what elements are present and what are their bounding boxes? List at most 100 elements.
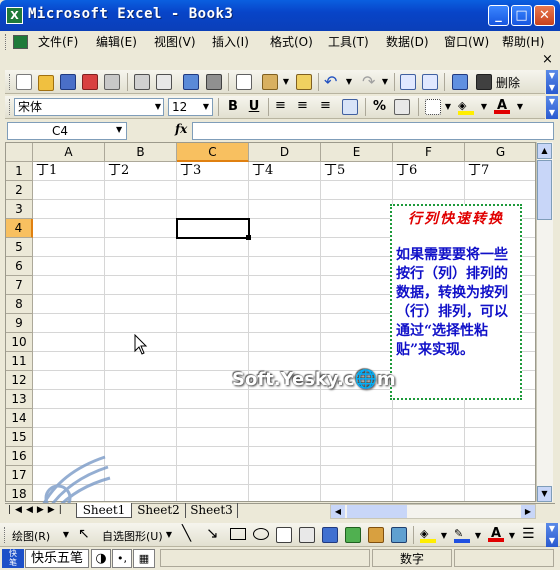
fill-color-icon[interactable]: ◈	[458, 99, 474, 115]
column-header-A[interactable]: A	[33, 143, 105, 162]
scroll-down-icon[interactable]: ▼	[537, 486, 552, 502]
draw-fill-color-icon[interactable]: ◈	[420, 527, 436, 543]
fill-color-dropdown-icon[interactable]: ▼	[478, 99, 490, 115]
cell-G16[interactable]	[465, 447, 535, 466]
sheet-tab-3[interactable]: Sheet3	[186, 503, 238, 518]
fill-handle[interactable]	[246, 235, 251, 240]
close-workbook-icon[interactable]: ×	[542, 52, 553, 67]
toolbar-grip[interactable]	[9, 99, 12, 115]
autoshapes-menu[interactable]: 自选图形(U)	[102, 528, 163, 544]
ime-switch-icon[interactable]: 快笔	[2, 549, 24, 568]
increase-decimal-icon[interactable]	[394, 99, 410, 115]
autoshapes-dropdown-icon[interactable]: ▼	[163, 527, 175, 543]
row-header-8[interactable]: 8	[6, 295, 33, 314]
cell-E4[interactable]	[321, 219, 393, 238]
font-size-dropdown-icon[interactable]: ▼	[200, 99, 212, 115]
cell-E5[interactable]	[321, 238, 393, 257]
row-header-5[interactable]: 5	[6, 238, 33, 257]
cell-F16[interactable]	[393, 447, 465, 466]
menubar-grip[interactable]	[5, 34, 8, 50]
cell-D1[interactable]: 丁4	[249, 162, 321, 181]
column-header-C[interactable]: C	[177, 143, 249, 162]
picture-icon[interactable]	[391, 527, 407, 543]
cell-G14[interactable]	[465, 409, 535, 428]
align-center-icon[interactable]: ≡	[297, 98, 308, 113]
align-right-icon[interactable]: ≡	[320, 98, 331, 113]
undo-dropdown-icon[interactable]: ▼	[343, 74, 355, 90]
cell-B8[interactable]	[105, 295, 177, 314]
row-header-18[interactable]: 18	[6, 485, 33, 501]
underline-button[interactable]: U	[245, 99, 263, 116]
cell-E7[interactable]	[321, 276, 393, 295]
clip-art-icon[interactable]	[368, 527, 384, 543]
cell-A14[interactable]	[33, 409, 105, 428]
cell-B9[interactable]	[105, 314, 177, 333]
cell-B4[interactable]	[105, 219, 177, 238]
paste-icon[interactable]	[262, 74, 278, 90]
active-cell-outline[interactable]	[176, 218, 250, 239]
row-header-1[interactable]: 1	[6, 162, 33, 181]
row-header-14[interactable]: 14	[6, 409, 33, 428]
row-header-11[interactable]: 11	[6, 352, 33, 371]
row-header-16[interactable]: 16	[6, 447, 33, 466]
cell-A9[interactable]	[33, 314, 105, 333]
cell-C2[interactable]	[177, 181, 249, 200]
name-box[interactable]: C4 ▼	[7, 122, 127, 140]
cell-G2[interactable]	[465, 181, 535, 200]
column-header-E[interactable]: E	[321, 143, 393, 162]
cell-C10[interactable]	[177, 333, 249, 352]
cell-B14[interactable]	[105, 409, 177, 428]
scroll-right-icon[interactable]: ▶	[521, 505, 535, 518]
cell-D10[interactable]	[249, 333, 321, 352]
merge-center-icon[interactable]	[342, 99, 358, 115]
cell-F1[interactable]: 丁6	[393, 162, 465, 181]
vertical-text-box-icon[interactable]	[299, 527, 315, 543]
cell-B17[interactable]	[105, 466, 177, 485]
font-color-icon[interactable]: A	[494, 98, 510, 114]
menu-view[interactable]: 视图(V)	[154, 34, 196, 50]
row-header-3[interactable]: 3	[6, 200, 33, 219]
select-objects-icon[interactable]: ↖	[78, 526, 90, 542]
cell-B2[interactable]	[105, 181, 177, 200]
cell-B7[interactable]	[105, 276, 177, 295]
cell-F18[interactable]	[393, 485, 465, 501]
sheet-nav-icons[interactable]: |◀◀▶▶|	[8, 505, 66, 515]
row-header-2[interactable]: 2	[6, 181, 33, 200]
row-header-9[interactable]: 9	[6, 314, 33, 333]
line-icon[interactable]: ╲	[182, 524, 191, 542]
menu-data[interactable]: 数据(D)	[386, 34, 429, 50]
font-name-dropdown-icon[interactable]: ▼	[152, 99, 164, 115]
cell-B13[interactable]	[105, 390, 177, 409]
cell-C6[interactable]	[177, 257, 249, 276]
cell-D17[interactable]	[249, 466, 321, 485]
align-left-icon[interactable]: ≡	[275, 98, 286, 113]
chart-wizard-icon[interactable]	[452, 74, 468, 90]
cell-E2[interactable]	[321, 181, 393, 200]
draw-font-color-dropdown-icon[interactable]: ▼	[506, 528, 518, 544]
toolbar-grip[interactable]	[4, 527, 7, 543]
note-textbox[interactable]: 行列快速转换 如果需要要将一些按行（列）排列的数据，转换为按列（行）排列，可以通…	[390, 204, 522, 400]
column-header-D[interactable]: D	[249, 143, 321, 162]
cell-C5[interactable]	[177, 238, 249, 257]
menu-edit[interactable]: 编辑(E)	[96, 34, 137, 50]
scroll-left-icon[interactable]: ◀	[331, 505, 345, 518]
close-button[interactable]: ✕	[534, 5, 555, 26]
line-style-icon[interactable]: ☰	[522, 526, 535, 542]
workbook-icon[interactable]	[13, 35, 28, 49]
draw-menu[interactable]: 绘图(R)	[12, 528, 50, 544]
draw-fill-dropdown-icon[interactable]: ▼	[438, 528, 450, 544]
row-header-4[interactable]: 4	[6, 219, 33, 238]
font-color-dropdown-icon[interactable]: ▼	[514, 99, 526, 115]
cell-E9[interactable]	[321, 314, 393, 333]
cell-G18[interactable]	[465, 485, 535, 501]
cell-D18[interactable]	[249, 485, 321, 501]
row-header-15[interactable]: 15	[6, 428, 33, 447]
vertical-scroll-thumb[interactable]	[537, 160, 552, 220]
save-icon[interactable]	[60, 74, 76, 90]
delete-label[interactable]: 删除	[496, 74, 520, 91]
column-header-F[interactable]: F	[393, 143, 465, 162]
ime-fullwidth-icon[interactable]: ◑	[91, 549, 111, 568]
cell-D14[interactable]	[249, 409, 321, 428]
cell-C1[interactable]: 丁3	[177, 162, 249, 181]
text-box-icon[interactable]	[276, 527, 292, 543]
